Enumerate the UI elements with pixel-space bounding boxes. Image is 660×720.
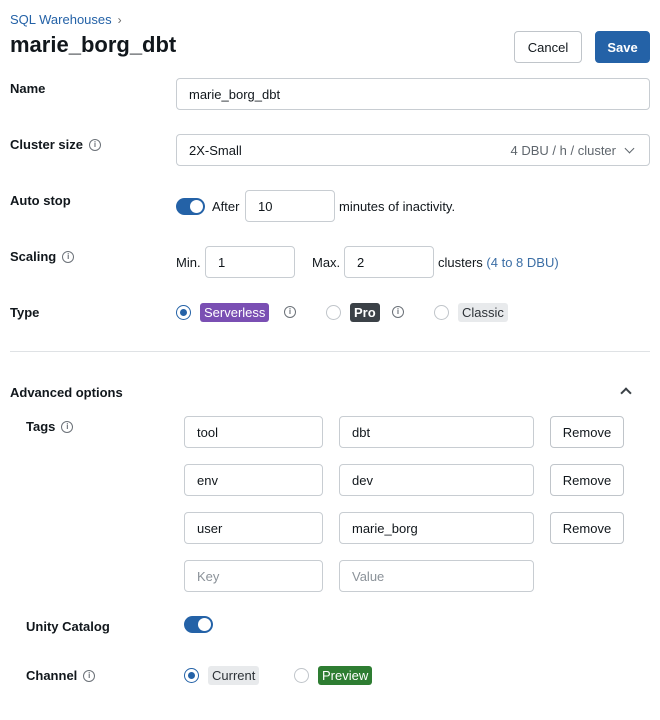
section-divider [10,351,650,352]
name-label-text: Name [10,81,46,96]
advanced-options-title: Advanced options [10,385,123,400]
scaling-max-input[interactable]: 2 [344,246,434,278]
type-radio-pro[interactable] [326,305,341,320]
auto-stop-label: Auto stop [10,193,71,208]
cancel-button[interactable]: Cancel [514,31,582,63]
auto-stop-suffix: minutes of inactivity. [339,199,456,214]
info-icon[interactable]: i [61,420,74,433]
info-icon[interactable]: i [83,669,96,682]
type-label-text: Type [10,305,40,320]
auto-stop-prefix: After [212,199,240,214]
unity-catalog-label: Unity Catalog [26,619,110,634]
tags-label-text: Tags [26,419,56,434]
cluster-size-value: 2X-Small [189,142,242,158]
chevron-up-icon[interactable] [620,387,632,399]
auto-stop-toggle[interactable] [176,198,205,215]
tag-value-value: dev [352,472,373,488]
channel-label: Channel i [26,668,96,683]
scaling-min-label: Min. [176,255,201,270]
channel-radio-preview[interactable] [294,668,309,683]
scaling-dbu-range: (4 to 8 DBU) [486,255,559,270]
tag-key-value: env [197,472,218,488]
auto-stop-minutes-input[interactable]: 10 [245,190,335,222]
chevron-down-icon [624,143,635,153]
scaling-max-value: 2 [357,254,365,270]
type-label: Type [10,305,39,320]
cluster-size-select[interactable]: 2X-Small 4 DBU / h / cluster [176,134,650,166]
tag-key-input[interactable]: user [184,512,323,544]
auto-stop-minutes-value: 10 [258,198,273,214]
scaling-suffix-text: clusters [438,255,483,270]
scaling-label: Scaling i [10,249,75,264]
tag-key-value: tool [197,424,218,440]
preview-chip: Preview [318,666,373,685]
name-label: Name [10,81,45,96]
remove-tag-button[interactable]: Remove [550,512,624,544]
save-button[interactable]: Save [595,31,650,63]
scaling-max-label: Max. [312,255,341,270]
type-radio-serverless[interactable] [176,305,191,320]
channel-radio-current[interactable] [184,668,199,683]
current-chip: Current [208,666,260,685]
scaling-min-input[interactable]: 1 [205,246,295,278]
info-icon[interactable]: i [284,306,296,318]
serverless-chip: Serverless [200,303,270,322]
cluster-size-dbu: 4 DBU / h / cluster [510,142,616,158]
tag-value-value: dbt [352,424,371,440]
name-input-value: marie_borg_dbt [189,86,281,102]
tag-key-value: user [197,520,223,536]
info-icon[interactable]: i [88,138,101,151]
remove-tag-button[interactable]: Remove [550,416,624,448]
tag-value-input[interactable]: dev [339,464,534,496]
auto-stop-label-text: Auto stop [10,193,71,208]
unity-catalog-label-text: Unity Catalog [26,619,110,634]
tag-key-input[interactable]: tool [184,416,323,448]
pro-chip: Pro [350,303,380,322]
info-icon[interactable]: i [62,250,75,263]
scaling-label-text: Scaling [10,249,57,264]
tags-label: Tags i [26,419,74,434]
channel-label-text: Channel [26,668,78,683]
remove-tag-button[interactable]: Remove [550,464,624,496]
scaling-suffix: clusters (4 to 8 DBU) [438,255,559,270]
new-tag-key-input[interactable]: Key [184,560,323,592]
breadcrumb-parent-link[interactable]: SQL Warehouses [10,12,112,27]
advanced-options-header[interactable]: Advanced options [10,385,123,400]
page-title: marie_borg_dbt [10,32,177,57]
scaling-min-value: 1 [218,254,226,270]
info-icon[interactable]: i [392,306,404,318]
cluster-size-label-text: Cluster size [10,137,83,152]
new-tag-key-placeholder: Key [197,568,220,584]
classic-chip: Classic [458,303,508,322]
name-input[interactable]: marie_borg_dbt [176,78,650,110]
tag-value-input[interactable]: dbt [339,416,534,448]
cluster-size-label: Cluster size i [10,137,101,152]
tag-value-input[interactable]: marie_borg [339,512,534,544]
unity-catalog-toggle[interactable] [184,616,213,633]
tag-key-input[interactable]: env [184,464,323,496]
tag-value-value: marie_borg [352,520,418,536]
new-tag-value-placeholder: Value [352,568,385,584]
breadcrumb-separator: › [117,12,122,27]
breadcrumb: SQL Warehouses › [10,12,122,27]
new-tag-value-input[interactable]: Value [339,560,534,592]
type-radio-classic[interactable] [434,305,449,320]
